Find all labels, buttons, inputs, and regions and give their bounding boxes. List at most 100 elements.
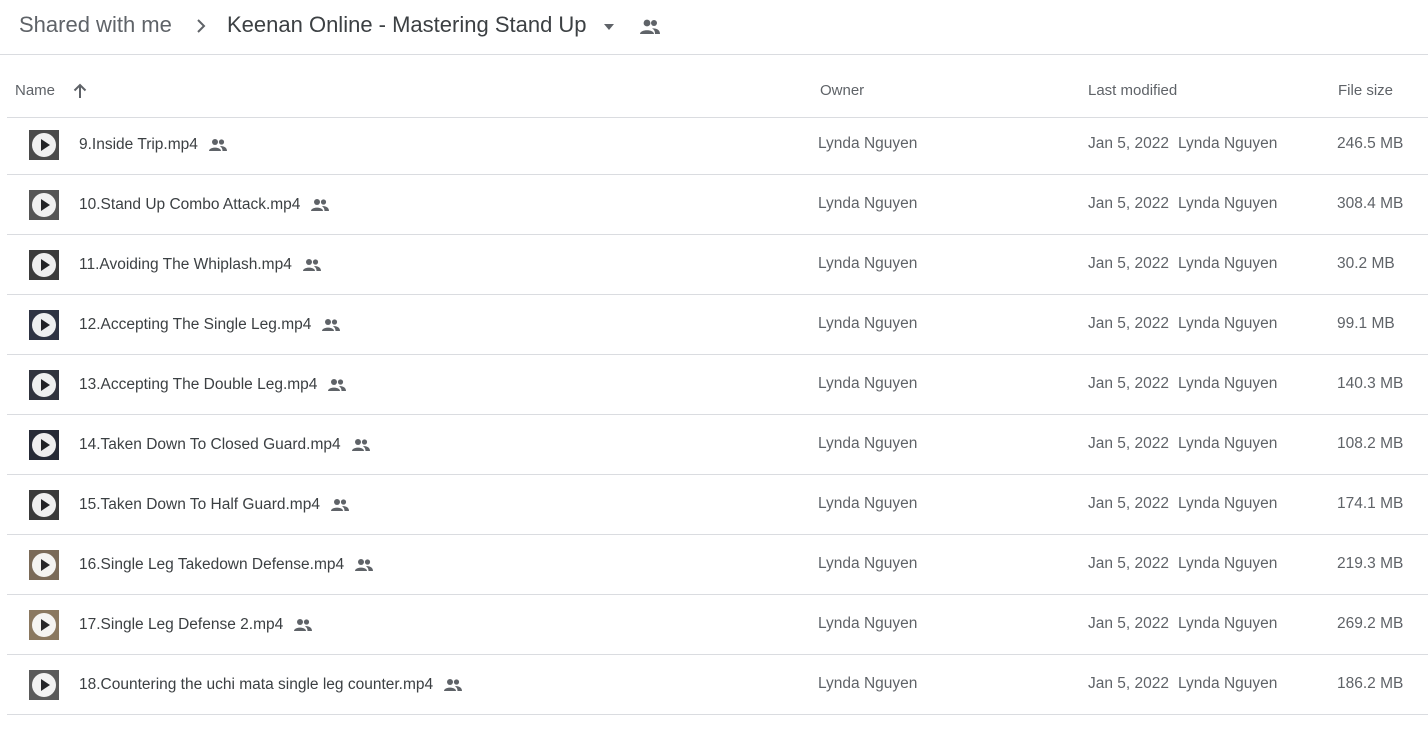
modified-date-cell: Jan 5, 2022 [1088, 135, 1170, 152]
file-size-cell: 246.5 MB [1337, 135, 1404, 152]
file-row[interactable]: 16.Single Leg Takedown Defense.mp4 Lynda … [7, 535, 1428, 595]
column-header-file-size[interactable]: File size [1338, 82, 1393, 99]
owner-cell: Lynda Nguyen [818, 555, 918, 572]
owner-cell: Lynda Nguyen [818, 615, 918, 632]
video-play-icon [32, 373, 56, 397]
file-name[interactable]: 15.Taken Down To Half Guard.mp4 [79, 496, 320, 514]
video-play-icon [32, 493, 56, 517]
owner-cell: Lynda Nguyen [818, 375, 918, 392]
people-icon [208, 138, 228, 152]
file-row[interactable]: 9.Inside Trip.mp4 Lynda Nguyen Jan 5, 2022… [7, 115, 1428, 175]
file-size-cell: 219.3 MB [1337, 555, 1404, 572]
people-icon [321, 318, 341, 332]
file-name-cell: 13.Accepting The Double Leg.mp4 [79, 355, 347, 415]
people-icon [354, 558, 374, 572]
owner-cell: Lynda Nguyen [818, 135, 918, 152]
file-name-cell: 11.Avoiding The Whiplash.mp4 [79, 235, 322, 295]
file-size-cell: 174.1 MB [1337, 495, 1404, 512]
file-size-cell: 30.2 MB [1337, 255, 1395, 272]
video-thumbnail [29, 310, 59, 340]
people-icon [443, 678, 463, 692]
modified-date-cell: Jan 5, 2022 [1088, 255, 1170, 272]
video-play-icon [32, 133, 56, 157]
file-row[interactable]: 10.Stand Up Combo Attack.mp4 Lynda Nguyen… [7, 175, 1428, 235]
file-list: 8.Osoto Gari Throw.mp4Lynda NguyenJan 5,… [7, 86, 1428, 739]
owner-cell: Lynda Nguyen [818, 255, 918, 272]
file-name-cell: 16.Single Leg Takedown Defense.mp4 [79, 535, 374, 595]
file-name-cell: 14.Taken Down To Closed Guard.mp4 [79, 415, 371, 475]
modified-by-cell: Lynda Nguyen [1178, 315, 1278, 332]
column-header-owner[interactable]: Owner [820, 82, 864, 99]
file-name-cell: 15.Taken Down To Half Guard.mp4 [79, 475, 350, 535]
column-header-name[interactable]: Name [15, 82, 55, 99]
file-name[interactable]: 11.Avoiding The Whiplash.mp4 [79, 256, 292, 274]
file-row[interactable]: 11.Avoiding The Whiplash.mp4 Lynda Nguyen… [7, 235, 1428, 295]
file-name[interactable]: 13.Accepting The Double Leg.mp4 [79, 376, 317, 394]
people-icon [327, 378, 347, 392]
modified-date-cell: Jan 5, 2022 [1088, 435, 1170, 452]
video-play-icon [32, 433, 56, 457]
column-header-last-modified[interactable]: Last modified [1088, 82, 1177, 99]
file-name[interactable]: 12.Accepting The Single Leg.mp4 [79, 316, 311, 334]
video-play-icon [32, 313, 56, 337]
file-row[interactable]: 14.Taken Down To Closed Guard.mp4 Lynda N… [7, 415, 1428, 475]
modified-by-cell: Lynda Nguyen [1178, 495, 1278, 512]
video-thumbnail [29, 610, 59, 640]
file-name-cell: 10.Stand Up Combo Attack.mp4 [79, 175, 330, 235]
people-icon[interactable] [638, 17, 662, 37]
modified-date-cell: Jan 5, 2022 [1088, 555, 1170, 572]
people-icon [351, 438, 371, 452]
video-thumbnail [29, 550, 59, 580]
breadcrumb-bar: Shared with me Keenan Online - Mastering… [0, 0, 1428, 55]
owner-cell: Lynda Nguyen [818, 675, 918, 692]
column-header-row: Name Owner Last modified File size [7, 64, 1428, 118]
people-icon [330, 498, 350, 512]
video-thumbnail [29, 670, 59, 700]
modified-date-cell: Jan 5, 2022 [1088, 675, 1170, 692]
video-play-icon [32, 613, 56, 637]
video-play-icon [32, 193, 56, 217]
video-thumbnail [29, 370, 59, 400]
file-size-cell: 269.2 MB [1337, 615, 1404, 632]
file-row[interactable]: 18.Countering the uchi mata single leg c… [7, 655, 1428, 715]
file-name-cell: 18.Countering the uchi mata single leg c… [79, 655, 463, 715]
file-name[interactable]: 10.Stand Up Combo Attack.mp4 [79, 196, 300, 214]
video-thumbnail [29, 490, 59, 520]
file-row[interactable]: 15.Taken Down To Half Guard.mp4 Lynda Ngu… [7, 475, 1428, 535]
modified-by-cell: Lynda Nguyen [1178, 255, 1278, 272]
arrow-upward-icon[interactable] [71, 82, 89, 100]
file-size-cell: 308.4 MB [1337, 195, 1404, 212]
file-row[interactable]: 12.Accepting The Single Leg.mp4 Lynda Ngu… [7, 295, 1428, 355]
file-name-cell: 12.Accepting The Single Leg.mp4 [79, 295, 341, 355]
video-play-icon [32, 253, 56, 277]
modified-date-cell: Jan 5, 2022 [1088, 495, 1170, 512]
file-name-cell: 17.Single Leg Defense 2.mp4 [79, 595, 313, 655]
video-play-icon [32, 553, 56, 577]
file-name[interactable]: 18.Countering the uchi mata single leg c… [79, 676, 433, 694]
file-name[interactable]: 14.Taken Down To Closed Guard.mp4 [79, 436, 341, 454]
file-name[interactable]: 16.Single Leg Takedown Defense.mp4 [79, 556, 344, 574]
video-thumbnail [29, 190, 59, 220]
owner-cell: Lynda Nguyen [818, 435, 918, 452]
video-thumbnail [29, 250, 59, 280]
modified-date-cell: Jan 5, 2022 [1088, 195, 1170, 212]
file-size-cell: 108.2 MB [1337, 435, 1404, 452]
breadcrumb-current-folder[interactable]: Keenan Online - Mastering Stand Up [227, 12, 587, 38]
people-icon [293, 618, 313, 632]
chevron-right-icon [197, 19, 206, 33]
arrow-drop-down-icon[interactable] [600, 18, 618, 36]
video-thumbnail [29, 430, 59, 460]
breadcrumb-root[interactable]: Shared with me [19, 12, 172, 38]
modified-date-cell: Jan 5, 2022 [1088, 375, 1170, 392]
file-name-cell: 9.Inside Trip.mp4 [79, 115, 228, 175]
modified-by-cell: Lynda Nguyen [1178, 675, 1278, 692]
modified-by-cell: Lynda Nguyen [1178, 615, 1278, 632]
modified-by-cell: Lynda Nguyen [1178, 555, 1278, 572]
file-row[interactable]: 17.Single Leg Defense 2.mp4 Lynda Nguyen J… [7, 595, 1428, 655]
file-name[interactable]: 9.Inside Trip.mp4 [79, 136, 198, 154]
file-name[interactable]: 17.Single Leg Defense 2.mp4 [79, 616, 283, 634]
modified-date-cell: Jan 5, 2022 [1088, 615, 1170, 632]
file-size-cell: 99.1 MB [1337, 315, 1395, 332]
people-icon [302, 258, 322, 272]
file-row[interactable]: 13.Accepting The Double Leg.mp4 Lynda Ngu… [7, 355, 1428, 415]
